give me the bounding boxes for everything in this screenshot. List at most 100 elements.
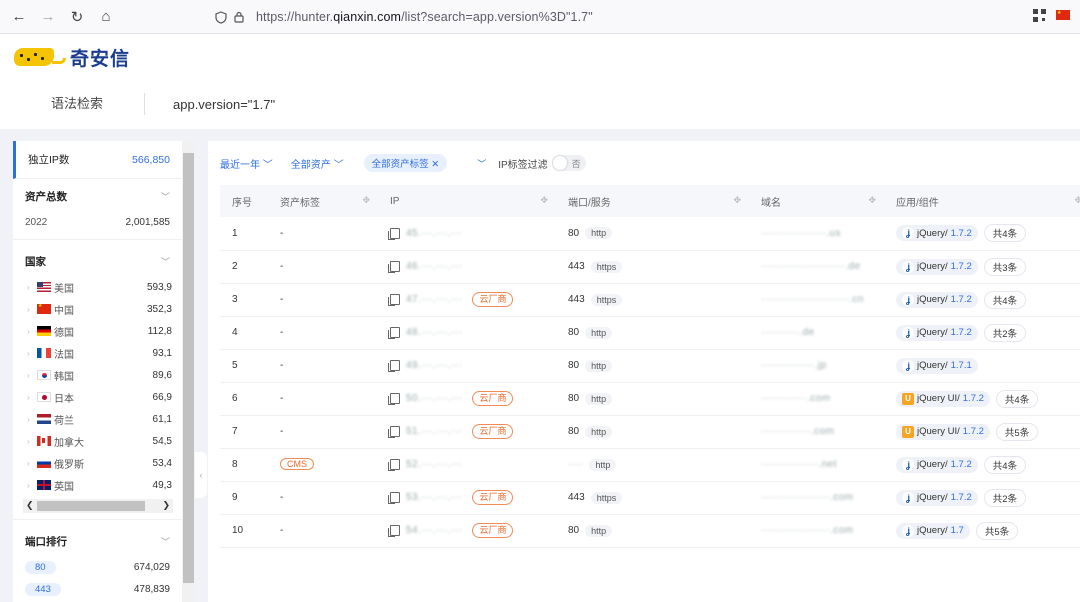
scroll-left-icon[interactable]: ❮ — [26, 500, 34, 511]
cms-tag[interactable]: CMS — [280, 458, 314, 470]
copy-icon[interactable] — [388, 261, 400, 273]
scrollbar-thumb[interactable] — [183, 153, 194, 583]
domain-link[interactable]: ······················.de — [761, 261, 861, 272]
copy-icon[interactable] — [388, 227, 400, 240]
table-row[interactable]: 3 - 47.···.···.··· 云厂商 443 https ·········… — [220, 283, 1080, 317]
search-mode-button[interactable]: 语法检索 — [51, 93, 145, 115]
country-item[interactable]: › 韩国 89,6 — [13, 364, 182, 386]
column-header[interactable]: 序号 — [220, 185, 268, 217]
component-pill[interactable]: ʝ jQuery/1.7 — [896, 522, 970, 539]
drag-handle-icon[interactable]: ✥ — [1074, 195, 1080, 206]
column-header[interactable]: 域名 ✥ — [749, 185, 884, 217]
service-pill[interactable]: https — [590, 491, 623, 504]
ip-address[interactable]: 52.···.···.··· — [406, 459, 462, 470]
horizontal-scrollbar[interactable]: ❮ ❯ — [23, 499, 173, 513]
asset-tag-chip[interactable]: 全部资产标签 ✕ — [363, 154, 448, 172]
cloud-vendor-tag[interactable]: 云厂商 — [472, 523, 514, 538]
copy-icon[interactable] — [388, 459, 400, 471]
component-count[interactable]: 共4条 — [983, 290, 1027, 309]
cloud-vendor-tag[interactable]: 云厂商 — [472, 292, 514, 307]
table-row[interactable]: 1 - 45.···.···.··· 80 http ··············… — [220, 217, 1080, 251]
port-pill[interactable]: 443 — [25, 582, 61, 596]
country-header[interactable]: 国家 ﹀ — [13, 246, 182, 276]
table-row[interactable]: 2 - 46.···.···.··· 443 https ············… — [220, 250, 1080, 284]
collapse-sidebar-icon[interactable]: ‹ — [195, 452, 207, 498]
country-item[interactable]: › 英国 49,3 — [13, 474, 182, 496]
column-header[interactable]: IP ✥ — [378, 185, 556, 217]
scroll-right-icon[interactable]: ❯ — [162, 500, 170, 511]
ip-address[interactable]: 50.···.···.··· — [406, 393, 462, 404]
drag-handle-icon[interactable]: ✥ — [733, 195, 741, 206]
country-item[interactable]: › 德国 112,8 — [13, 320, 182, 342]
component-count[interactable]: 共4条 — [983, 224, 1027, 243]
domain-link[interactable]: ···············.net — [761, 459, 837, 470]
ip-address[interactable]: 54.···.···.··· — [406, 525, 462, 536]
expand-arrow-icon[interactable]: › — [27, 371, 37, 380]
country-item[interactable]: › 美国 593,9 — [13, 276, 182, 298]
component-pill[interactable]: ʝ jQuery/1.7.2 — [896, 291, 978, 308]
domain-link[interactable]: ··············.jp — [761, 360, 827, 371]
lock-icon[interactable] — [230, 11, 248, 23]
service-pill[interactable]: https — [590, 260, 623, 273]
copy-icon[interactable] — [388, 327, 400, 339]
total-assets-header[interactable]: 资产总数 ﹀ — [13, 181, 182, 211]
reload-icon[interactable]: ↻ — [66, 6, 88, 28]
close-icon[interactable]: ✕ — [431, 159, 439, 170]
domain-link[interactable]: ··················.com — [761, 525, 854, 536]
chevron-down-icon[interactable]: ﹀ — [161, 255, 170, 268]
cloud-vendor-tag[interactable]: 云厂商 — [472, 490, 514, 505]
search-input[interactable]: app.version="1.7" — [173, 97, 275, 112]
cloud-vendor-tag[interactable]: 云厂商 — [472, 424, 514, 439]
unique-ip-stat[interactable]: 独立IP数 566,850 — [13, 141, 182, 179]
domain-link[interactable]: ·······················.cn — [761, 294, 864, 305]
service-pill[interactable]: http — [585, 359, 613, 372]
sidebar-scrollbar[interactable] — [182, 141, 195, 602]
domain-link[interactable]: ··········.de — [761, 327, 815, 338]
column-header[interactable]: 端口/服务 ✥ — [556, 185, 749, 217]
table-row[interactable]: 4 - 48.···.···.··· 80 http ··········.de … — [220, 316, 1080, 350]
service-pill[interactable]: http — [585, 227, 613, 240]
ip-tag-toggle[interactable]: 否 — [551, 155, 586, 171]
shield-icon[interactable] — [212, 10, 230, 24]
domain-link[interactable]: ············.com — [761, 393, 831, 404]
scrollbar-thumb[interactable] — [37, 501, 145, 511]
port-pill[interactable]: 80 — [25, 560, 56, 574]
country-item[interactable]: › ★ 中国 352,3 — [13, 298, 182, 320]
expand-arrow-icon[interactable]: › — [27, 283, 37, 292]
ip-address[interactable]: 46.···.···.··· — [406, 261, 462, 272]
drag-handle-icon[interactable]: ✥ — [540, 195, 548, 206]
country-item[interactable]: › 荷兰 61,1 — [13, 408, 182, 430]
component-pill[interactable]: ʝ jQuery/1.7.1 — [896, 357, 978, 374]
country-item[interactable]: › 法国 93,1 — [13, 342, 182, 364]
table-row[interactable]: 6 - 50.···.···.··· 云厂商 80 http ···········… — [220, 382, 1080, 416]
port-rank-item[interactable]: 80 674,029 — [13, 556, 182, 578]
china-flag-icon[interactable] — [1056, 10, 1070, 20]
expand-arrow-icon[interactable]: › — [27, 305, 37, 314]
component-pill[interactable]: ʝ jQuery/1.7.2 — [896, 225, 978, 242]
component-count[interactable]: 共2条 — [983, 488, 1027, 507]
table-row[interactable]: 8 CMS 52.···.···.··· ···· http ··········… — [220, 448, 1080, 482]
drag-handle-icon[interactable]: ✥ — [362, 195, 370, 206]
home-icon[interactable]: ⌂ — [95, 6, 117, 28]
table-row[interactable]: 5 - 49.···.···.··· 80 http ··············… — [220, 349, 1080, 383]
country-item[interactable]: › 加拿大 54,5 — [13, 430, 182, 452]
component-count[interactable]: 共2条 — [983, 323, 1027, 342]
copy-icon[interactable] — [388, 525, 400, 537]
country-item[interactable]: › 日本 66,9 — [13, 386, 182, 408]
component-pill[interactable]: UjQuery UI/1.7.2 — [896, 423, 990, 440]
domain-link[interactable]: ··················.com — [761, 492, 854, 503]
table-row[interactable]: 7 - 51.···.···.··· 云厂商 80 http ···········… — [220, 415, 1080, 449]
service-pill[interactable]: http — [585, 392, 613, 405]
component-pill[interactable]: UjQuery UI/1.7.2 — [896, 390, 990, 407]
component-count[interactable]: 共3条 — [983, 257, 1027, 276]
asset-scope-dropdown[interactable]: 全部资产 ﹀ — [291, 156, 344, 171]
ip-address[interactable]: 48.···.···.··· — [406, 327, 462, 338]
ip-address[interactable]: 45.···.···.··· — [406, 228, 462, 239]
copy-icon[interactable] — [388, 492, 400, 504]
chevron-down-icon[interactable]: ﹀ — [161, 190, 170, 203]
chevron-down-icon[interactable]: ﹀ — [161, 535, 170, 548]
expand-arrow-icon[interactable]: › — [27, 393, 37, 402]
component-pill[interactable]: ʝ jQuery/1.7.2 — [896, 456, 978, 473]
ip-address[interactable]: 53.···.···.··· — [406, 492, 462, 503]
drag-handle-icon[interactable]: ✥ — [868, 195, 876, 206]
